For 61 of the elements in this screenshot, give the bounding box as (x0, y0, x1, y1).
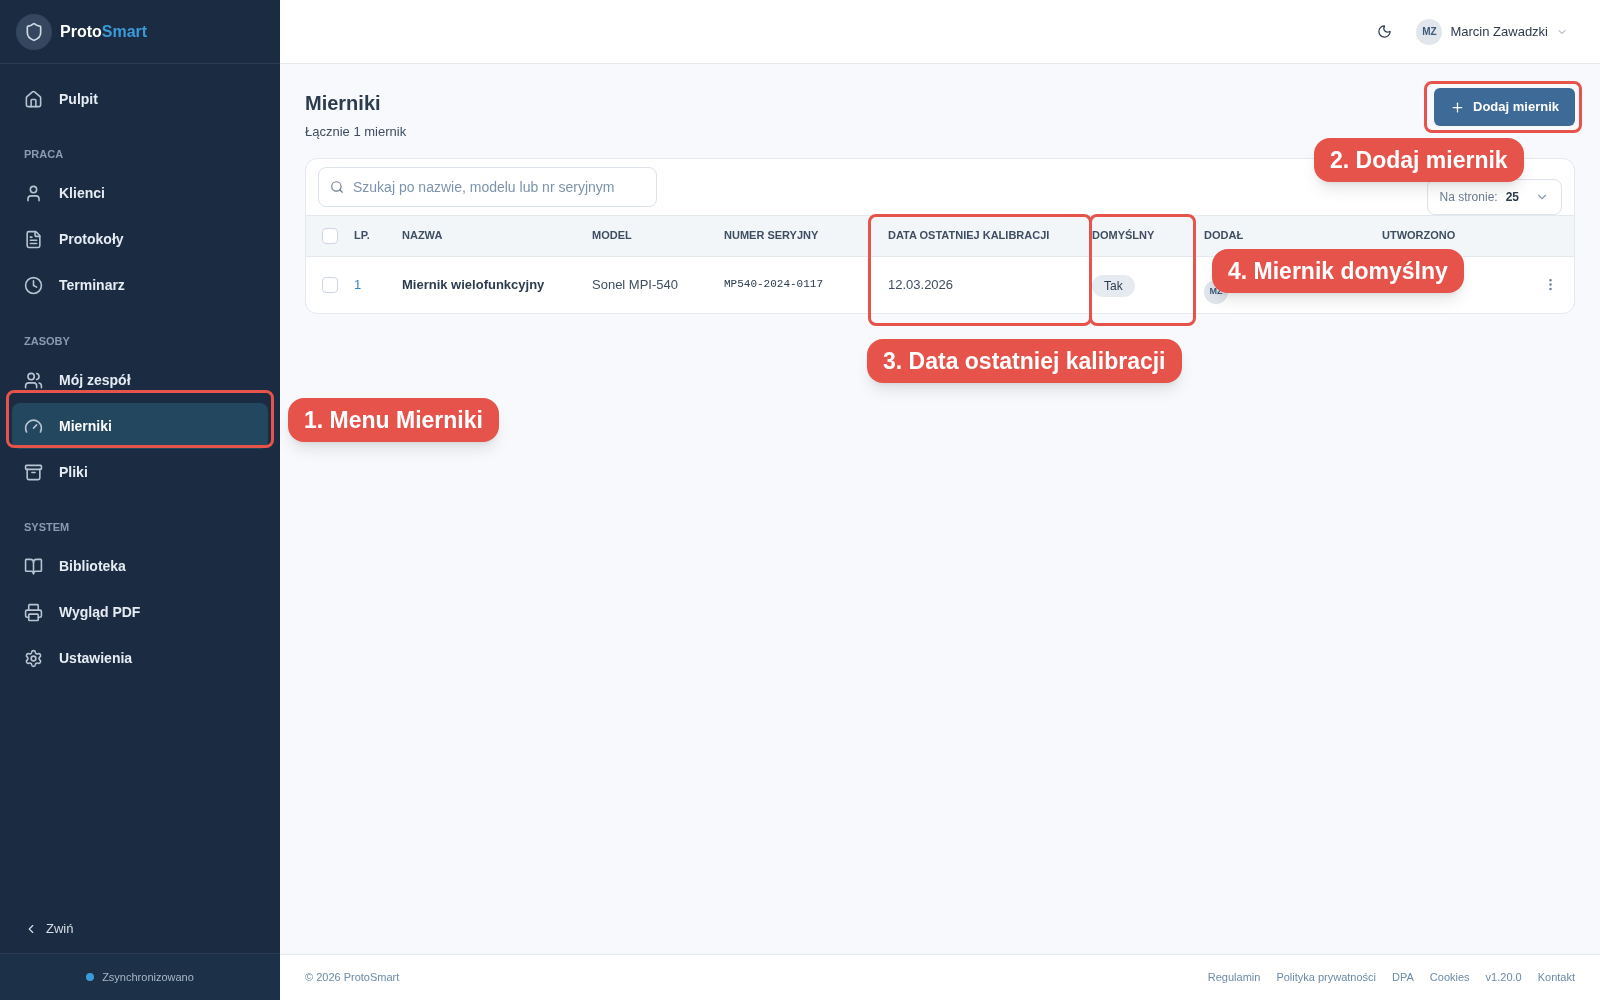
house-icon (24, 89, 43, 109)
column-header: MODEL (592, 228, 633, 244)
column-header: NUMER SERYJNY (724, 228, 820, 244)
sidebar-item[interactable]: Mierniki (12, 403, 268, 449)
table-cell-text: Sonel MPI-540 (592, 275, 679, 294)
footer-link[interactable]: Polityka prywatności (1276, 969, 1377, 986)
sidebar-item[interactable]: Mój zespół (12, 357, 268, 403)
column-header: NAZWA (402, 228, 444, 244)
section-heading: ZASOBY (23, 333, 71, 349)
sidebar-item[interactable]: Biblioteka (12, 543, 268, 590)
sidebar-item[interactable]: Terminarz (12, 262, 268, 309)
search-field[interactable]: Szukaj po nazwie, modelu lub nr seryjnym (318, 166, 657, 207)
column-header: LP. (354, 228, 371, 244)
table-cell-text: Miernik wielofunkcyjny (402, 275, 546, 294)
table-cell-text: 1 (354, 275, 363, 294)
person-icon (24, 184, 43, 203)
clock-icon (24, 276, 43, 295)
table-cell-text: 12.03.2026 (887, 275, 955, 294)
document-icon (24, 230, 43, 249)
column-header: DATA OSTATNIEJ KALIBRACJI (887, 228, 1051, 244)
sidebar-item[interactable]: Pulpit (12, 76, 268, 122)
footer-link[interactable]: Cookies (1429, 969, 1470, 986)
user-menu[interactable]: MZ Marcin Zawadzki (1416, 18, 1568, 45)
copyright: © 2026 ProtoSmart (305, 970, 400, 986)
callout-label: 1. Menu Mierniki (288, 398, 499, 442)
column-header: DOMYŚLNY (1092, 228, 1156, 244)
sidebar-item[interactable]: Wygląd PDF (12, 589, 268, 636)
callout-label: 3. Data ostatniej kalibracji (867, 339, 1182, 383)
printer-icon (24, 603, 43, 622)
book-icon (24, 557, 43, 576)
row-checkbox[interactable] (322, 276, 338, 293)
sidebar-item[interactable]: Protokoły (12, 216, 268, 263)
column-header: DODAŁ (1204, 228, 1245, 244)
search-icon (330, 179, 344, 194)
moon-icon[interactable] (1377, 24, 1393, 39)
sync-status: Zsynchronizowano (102, 969, 194, 985)
avatar: MZ (1416, 18, 1443, 45)
sidebar-item[interactable]: Ustawienia (12, 635, 268, 682)
add-meter-button[interactable]: Dodaj miernik (1434, 88, 1575, 126)
callout-label: 2. Dodaj miernik (1314, 138, 1524, 182)
page-title: Mierniki (305, 91, 382, 116)
footer-link[interactable]: DPA (1392, 969, 1414, 986)
table-cell-text: MP540-2024-0117 (724, 277, 825, 293)
footer-link[interactable]: Regulamin (1207, 969, 1261, 986)
sidebar-item[interactable]: Pliki (12, 449, 268, 495)
people-icon (24, 370, 43, 390)
select-all-checkbox[interactable] (322, 227, 338, 244)
column-header: UTWORZONO (1382, 228, 1457, 244)
gauge-icon (24, 416, 43, 436)
logo-icon (16, 13, 52, 50)
section-heading: PRACA (23, 147, 65, 162)
plus-icon (1450, 99, 1466, 115)
footer-link[interactable]: Kontakt (1537, 969, 1575, 986)
settings-icon (24, 649, 43, 668)
footer-link[interactable]: v1.20.0 (1485, 969, 1522, 986)
section-heading: SYSTEM (23, 520, 71, 535)
sidebar-item[interactable]: Klienci (12, 170, 268, 217)
page-subtitle: Łącznie 1 miernik (305, 123, 407, 141)
brand-name: ProtoSmart (60, 21, 148, 42)
default-badge: Tak (1092, 274, 1135, 297)
archive-box-icon (24, 462, 43, 482)
